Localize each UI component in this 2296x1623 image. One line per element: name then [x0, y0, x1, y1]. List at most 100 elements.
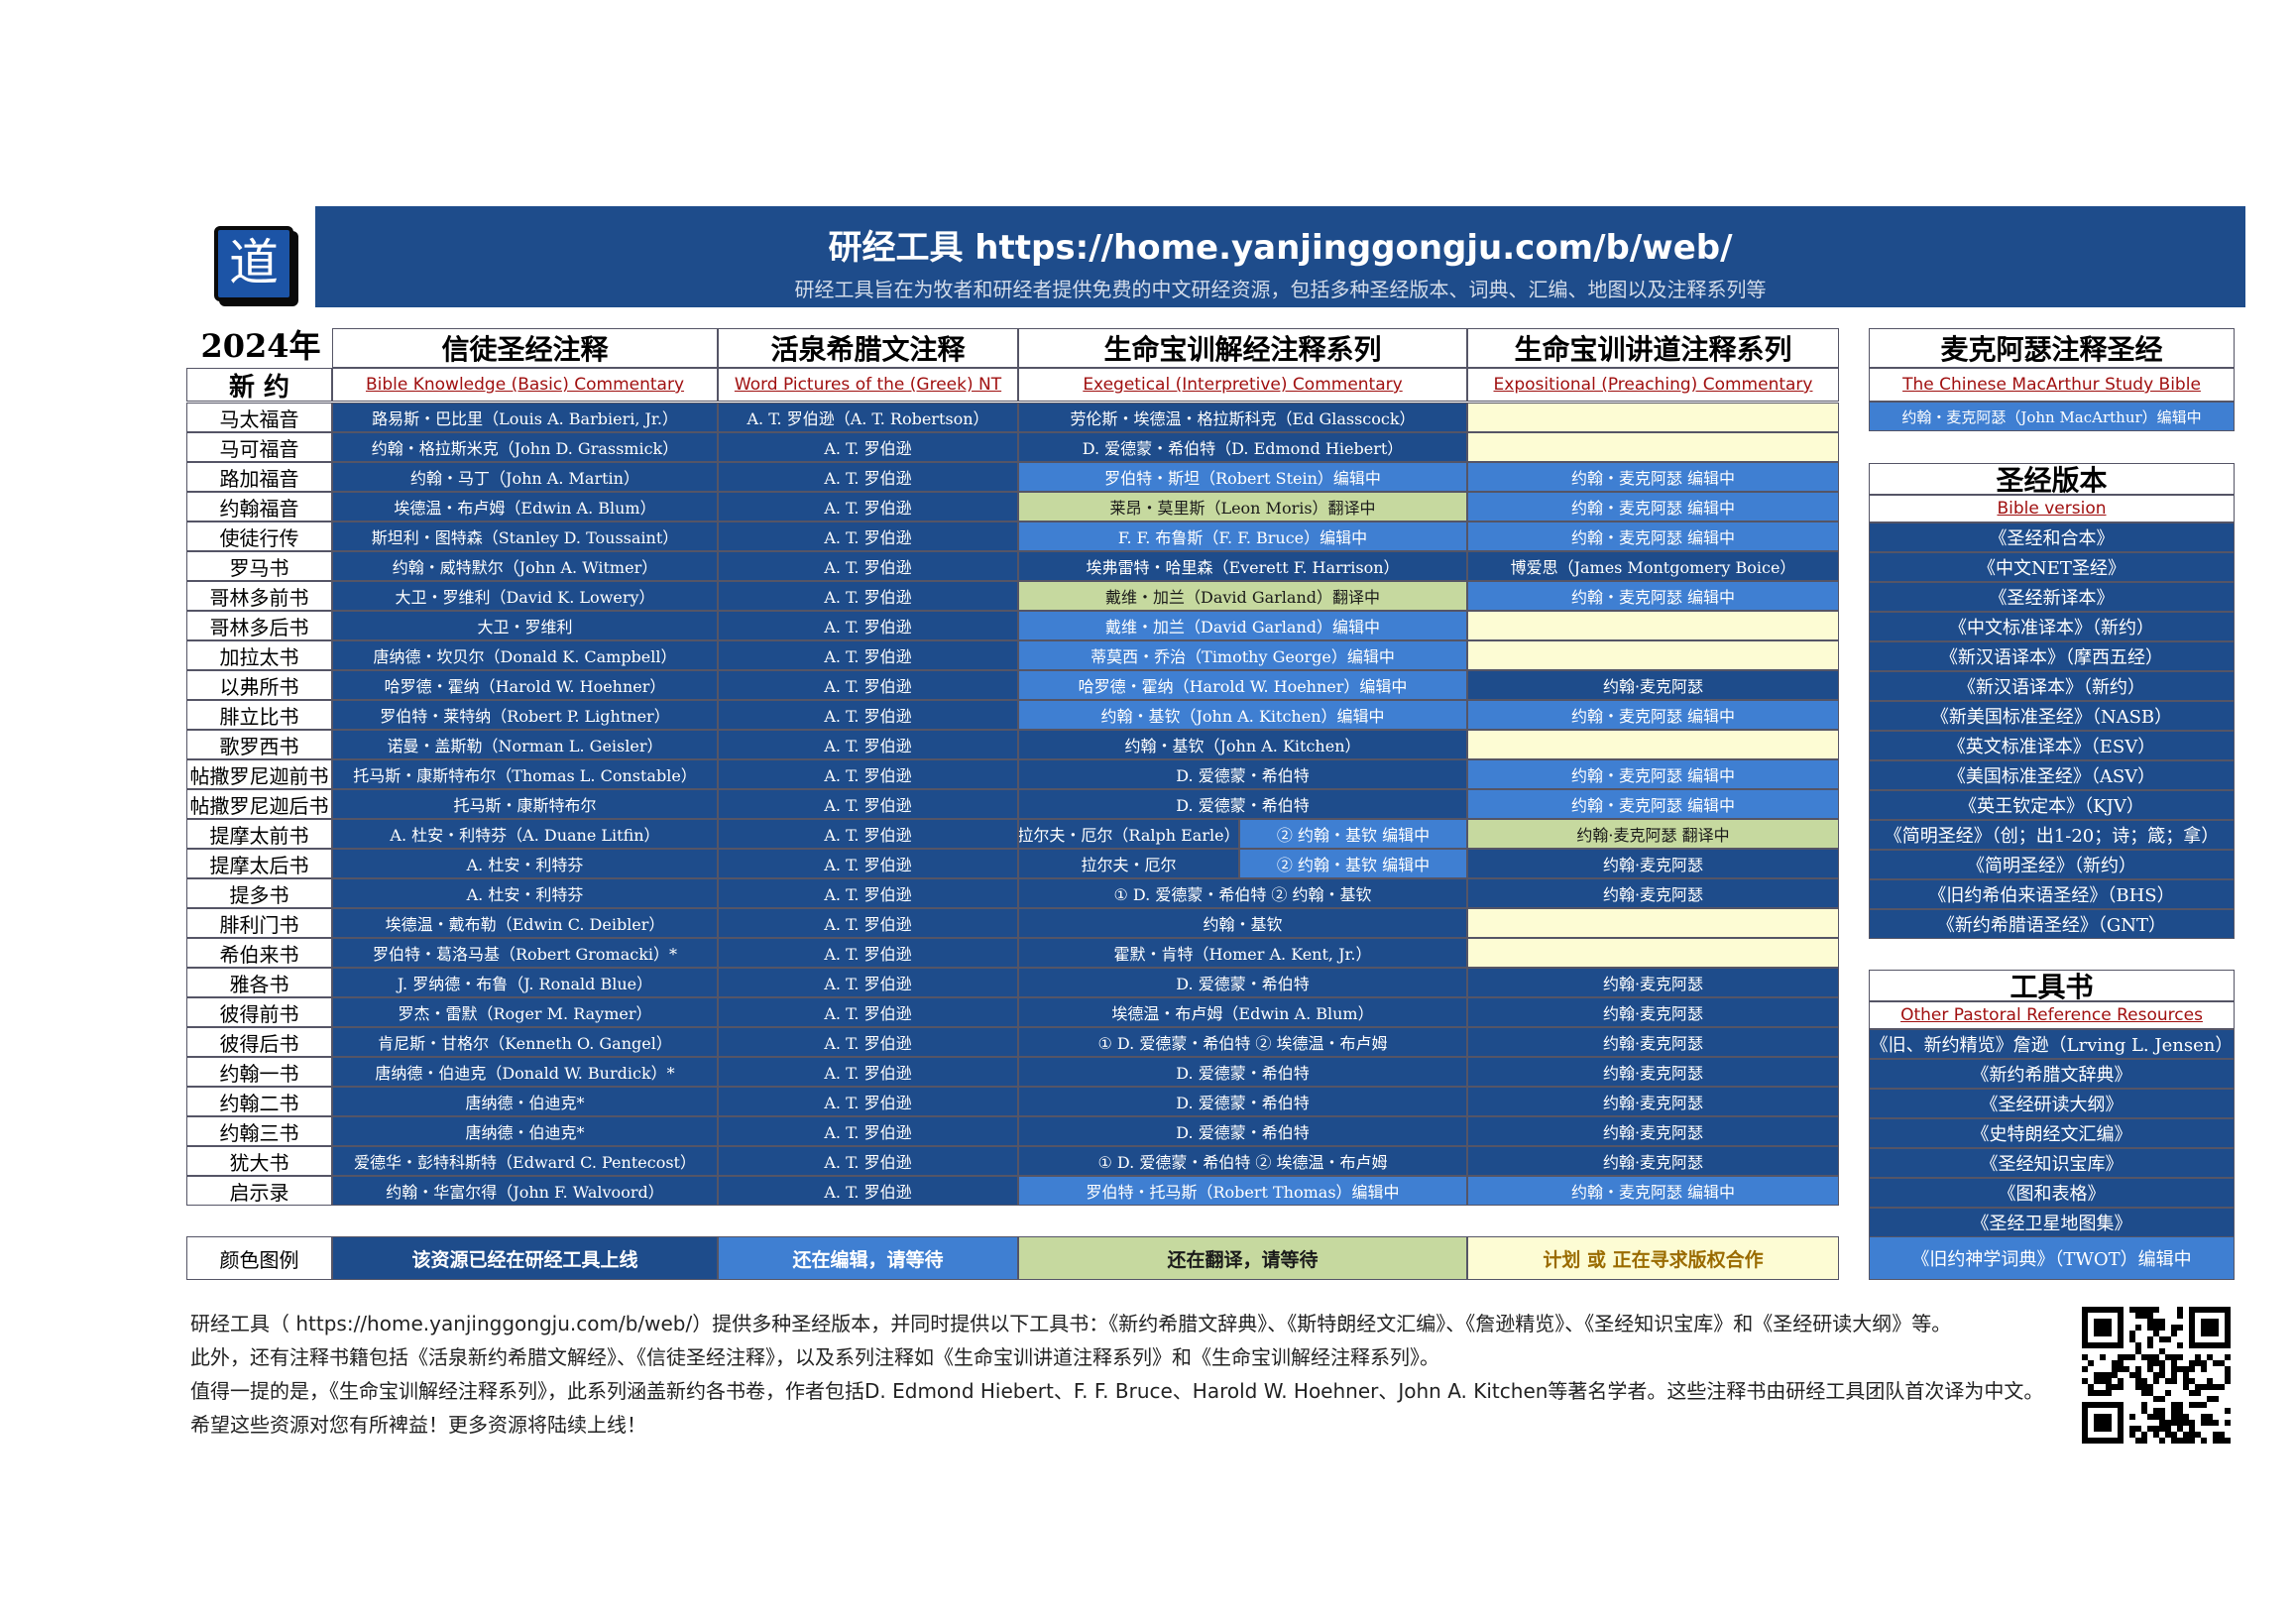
commentary-cell[interactable]: ① D. 爱德蒙・希伯特 ② 埃德温・布卢姆 — [1018, 1146, 1467, 1176]
commentary-cell[interactable]: D. 爱德蒙・希伯特 — [1018, 1087, 1467, 1116]
commentary-cell[interactable]: A. 杜安・利特芬（A. Duane Litfin） — [332, 819, 718, 849]
column-subheader-link[interactable]: Bible Knowledge (Basic) Commentary — [332, 368, 718, 402]
commentary-cell[interactable]: A. T. 罗伯逊 — [718, 789, 1018, 819]
commentary-cell[interactable]: A. T. 罗伯逊 — [718, 1146, 1018, 1176]
qr-code-icon[interactable] — [2082, 1307, 2231, 1444]
commentary-cell[interactable]: ② 约翰・基钦 编辑中 — [1239, 849, 1467, 878]
commentary-cell[interactable]: A. T. 罗伯逊 — [718, 581, 1018, 611]
commentary-cell[interactable]: 拉尔夫・厄尔 — [1018, 849, 1239, 878]
version-item[interactable]: 《中文NET圣经》 — [1869, 552, 2235, 582]
version-item[interactable]: 《中文标准译本》（新约） — [1869, 612, 2235, 641]
commentary-cell[interactable]: 约翰·麦克阿瑟 — [1467, 878, 1839, 908]
commentary-cell[interactable]: 约翰・麦克阿瑟 编辑中 — [1467, 581, 1839, 611]
commentary-cell[interactable]: D. 爱德蒙・希伯特 — [1018, 1116, 1467, 1146]
commentary-cell[interactable]: A. T. 罗伯逊 — [718, 819, 1018, 849]
tool-item-twot[interactable]: 《旧约神学词典》（TWOT）编辑中 — [1869, 1236, 2235, 1280]
commentary-cell[interactable]: 约翰·麦克阿瑟 — [1467, 997, 1839, 1027]
commentary-cell[interactable]: ① D. 爱德蒙・希伯特 ② 约翰・基钦 — [1018, 878, 1467, 908]
version-item[interactable]: 《简明圣经》（新约） — [1869, 850, 2235, 879]
tools-link[interactable]: Other Pastoral Reference Resources — [1869, 1001, 2235, 1029]
commentary-cell[interactable]: 约翰・威特默尔（John A. Witmer） — [332, 551, 718, 581]
commentary-cell[interactable]: 拉尔夫・厄尔（Ralph Earle） — [1018, 819, 1239, 849]
commentary-cell[interactable]: A. T. 罗伯逊（A. T. Robertson） — [718, 403, 1018, 432]
column-subheader-link[interactable]: Expositional (Preaching) Commentary — [1467, 368, 1839, 402]
commentary-cell[interactable]: 罗伯特・斯坦（Robert Stein）编辑中 — [1018, 462, 1467, 492]
commentary-cell[interactable]: A. T. 罗伯逊 — [718, 1176, 1018, 1206]
commentary-cell[interactable]: 斯坦利・图特森（Stanley D. Toussaint） — [332, 522, 718, 551]
commentary-cell[interactable]: 约翰·麦克阿瑟 — [1467, 849, 1839, 878]
commentary-cell[interactable]: 罗伯特・葛洛马基（Robert Gromacki）* — [332, 938, 718, 968]
commentary-cell[interactable]: 唐纳德・伯迪克* — [332, 1087, 718, 1116]
commentary-cell[interactable]: 埃弗雷特・哈里森（Everett F. Harrison） — [1018, 551, 1467, 581]
commentary-cell[interactable]: 唐纳德・伯迪克* — [332, 1116, 718, 1146]
commentary-cell[interactable]: 爱德华・彭特科斯特（Edward C. Pentecost） — [332, 1146, 718, 1176]
commentary-cell[interactable]: 约翰・麦克阿瑟 编辑中 — [1467, 1176, 1839, 1206]
commentary-cell[interactable]: A. 杜安・利特芬 — [332, 878, 718, 908]
commentary-cell[interactable]: 罗伯特・莱特纳（Robert P. Lightner） — [332, 700, 718, 730]
version-item[interactable]: 《新汉语译本》（新约） — [1869, 671, 2235, 701]
commentary-cell[interactable]: A. T. 罗伯逊 — [718, 700, 1018, 730]
commentary-cell[interactable]: 莱昂・莫里斯（Leon Moris）翻译中 — [1018, 492, 1467, 522]
version-item[interactable]: 《新汉语译本》（摩西五经） — [1869, 641, 2235, 671]
commentary-cell[interactable]: ① D. 爱德蒙・希伯特 ② 埃德温・布卢姆 — [1018, 1027, 1467, 1057]
commentary-cell[interactable]: 劳伦斯・埃德温・格拉斯科克（Ed Glasscock） — [1018, 403, 1467, 432]
commentary-cell[interactable]: 罗伯特・托马斯（Robert Thomas）编辑中 — [1018, 1176, 1467, 1206]
version-item[interactable]: 《圣经和合本》 — [1869, 522, 2235, 552]
version-item[interactable]: 《新美国标准圣经》（NASB） — [1869, 701, 2235, 731]
commentary-cell[interactable]: A. T. 罗伯逊 — [718, 730, 1018, 759]
commentary-cell[interactable]: 埃德温・布卢姆（Edwin A. Blum） — [332, 492, 718, 522]
column-subheader-link[interactable]: Word Pictures of the (Greek) NT — [718, 368, 1018, 402]
column-subheader-link[interactable]: Exegetical (Interpretive) Commentary — [1018, 368, 1467, 402]
commentary-cell[interactable]: 约翰·麦克阿瑟 — [1467, 1087, 1839, 1116]
commentary-cell[interactable]: A. 杜安・利特芬 — [332, 849, 718, 878]
commentary-cell[interactable]: A. T. 罗伯逊 — [718, 551, 1018, 581]
commentary-cell[interactable]: 约翰·麦克阿瑟 — [1467, 1057, 1839, 1087]
version-item[interactable]: 《新约希腊语圣经》（GNT） — [1869, 909, 2235, 939]
commentary-cell[interactable]: A. T. 罗伯逊 — [718, 1116, 1018, 1146]
version-item[interactable]: 《旧约希伯来语圣经》（BHS） — [1869, 879, 2235, 909]
commentary-cell[interactable]: 博爱思（James Montgomery Boice） — [1467, 551, 1839, 581]
version-item[interactable]: 《圣经新译本》 — [1869, 582, 2235, 612]
commentary-cell[interactable]: 约翰・麦克阿瑟 编辑中 — [1467, 522, 1839, 551]
tool-item[interactable]: 《圣经研读大纲》 — [1869, 1089, 2235, 1118]
tool-item[interactable]: 《图和表格》 — [1869, 1178, 2235, 1208]
commentary-cell[interactable]: A. T. 罗伯逊 — [718, 432, 1018, 462]
commentary-cell[interactable]: 约翰・华富尔得（John F. Walvoord） — [332, 1176, 718, 1206]
versions-link[interactable]: Bible version — [1869, 495, 2235, 522]
commentary-cell[interactable]: A. T. 罗伯逊 — [718, 849, 1018, 878]
commentary-cell[interactable]: 约翰·麦克阿瑟 — [1467, 968, 1839, 997]
commentary-cell[interactable]: 埃德温・布卢姆（Edwin A. Blum） — [1018, 997, 1467, 1027]
commentary-cell[interactable]: 约翰・格拉斯米克（John D. Grassmick） — [332, 432, 718, 462]
commentary-cell[interactable]: A. T. 罗伯逊 — [718, 1027, 1018, 1057]
commentary-cell[interactable]: A. T. 罗伯逊 — [718, 997, 1018, 1027]
commentary-cell[interactable]: J. 罗纳德・布鲁（J. Ronald Blue） — [332, 968, 718, 997]
commentary-cell[interactable]: A. T. 罗伯逊 — [718, 522, 1018, 551]
commentary-cell[interactable]: 埃德温・戴布勒（Edwin C. Deibler） — [332, 908, 718, 938]
macarthur-link[interactable]: The Chinese MacArthur Study Bible — [1869, 368, 2235, 402]
commentary-cell[interactable]: 约翰・麦克阿瑟 编辑中 — [1467, 492, 1839, 522]
commentary-cell[interactable]: 蒂莫西・乔治（Timothy George）编辑中 — [1018, 640, 1467, 670]
commentary-cell[interactable]: A. T. 罗伯逊 — [718, 908, 1018, 938]
commentary-cell[interactable]: 约翰・麦克阿瑟 编辑中 — [1467, 789, 1839, 819]
commentary-cell[interactable]: D. 爱德蒙・希伯特 — [1018, 968, 1467, 997]
commentary-cell[interactable]: 约翰·麦克阿瑟 — [1467, 1116, 1839, 1146]
commentary-cell[interactable]: ② 约翰・基钦 编辑中 — [1239, 819, 1467, 849]
commentary-cell[interactable]: A. T. 罗伯逊 — [718, 759, 1018, 789]
commentary-cell[interactable]: 路易斯・巴比里（Louis A. Barbieri, Jr.） — [332, 403, 718, 432]
commentary-cell[interactable]: 霍默・肯特（Homer A. Kent, Jr.） — [1018, 938, 1467, 968]
commentary-cell[interactable]: D. 爱德蒙・希伯特 — [1018, 789, 1467, 819]
commentary-cell[interactable]: A. T. 罗伯逊 — [718, 670, 1018, 700]
commentary-cell[interactable]: 约翰・马丁（John A. Martin） — [332, 462, 718, 492]
commentary-cell[interactable]: A. T. 罗伯逊 — [718, 492, 1018, 522]
commentary-cell[interactable]: 约翰・麦克阿瑟 编辑中 — [1467, 759, 1839, 789]
commentary-cell[interactable]: A. T. 罗伯逊 — [718, 1087, 1018, 1116]
commentary-cell[interactable]: D. 爱德蒙・希伯特 — [1018, 759, 1467, 789]
commentary-cell[interactable]: 哈罗德・霍纳（Harold W. Hoehner） — [332, 670, 718, 700]
commentary-cell[interactable]: A. T. 罗伯逊 — [718, 878, 1018, 908]
tool-item[interactable]: 《旧、新约精览》詹逊（Lrving L. Jensen） — [1869, 1029, 2235, 1059]
commentary-cell[interactable]: 大卫・罗维利 — [332, 611, 718, 640]
macarthur-item[interactable]: 约翰・麦克阿瑟（John MacArthur）编辑中 — [1869, 402, 2235, 431]
commentary-cell[interactable]: A. T. 罗伯逊 — [718, 1057, 1018, 1087]
commentary-cell[interactable]: 约翰・麦克阿瑟 编辑中 — [1467, 700, 1839, 730]
commentary-cell[interactable]: 罗杰・雷默（Roger M. Raymer） — [332, 997, 718, 1027]
